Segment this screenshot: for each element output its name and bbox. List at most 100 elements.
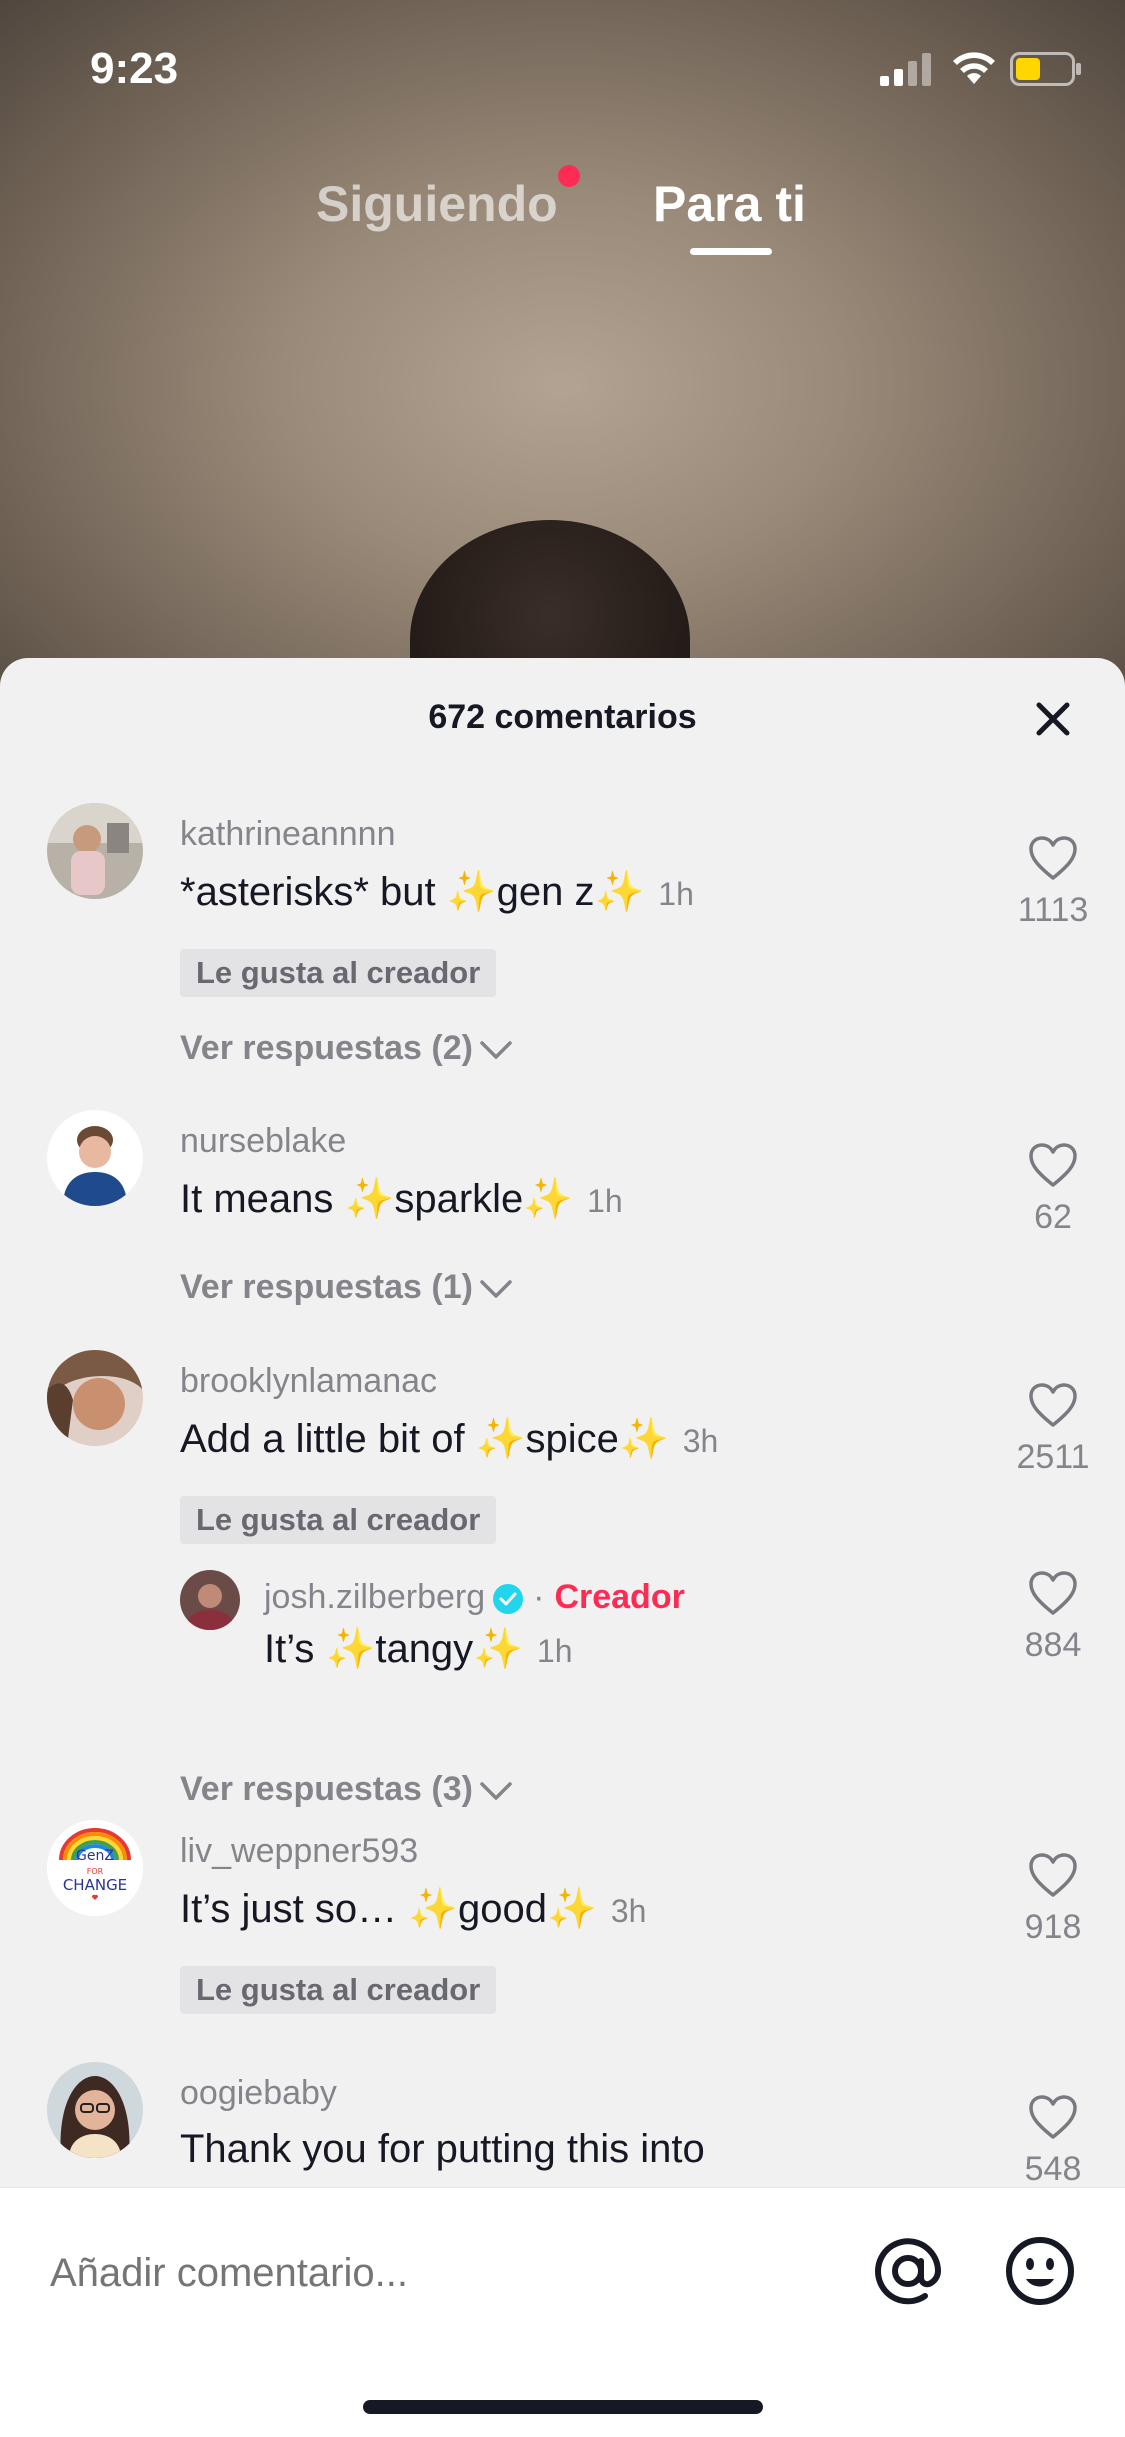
emoji-icon[interactable] (1002, 2233, 1078, 2309)
like-count: 884 (1024, 1626, 1082, 1664)
view-replies-label: Ver respuestas (1) (180, 1268, 473, 1306)
heart-icon (1029, 1383, 1077, 1427)
like-count: 62 (1034, 1198, 1072, 1236)
view-replies-button[interactable]: Ver respuestas (2) (180, 1029, 513, 1068)
comment-text: Add a little bit of ✨spice✨ 3h (180, 1415, 718, 1462)
comment-username[interactable]: liv_weppner593 (180, 1832, 418, 1871)
avatar[interactable] (180, 1570, 240, 1630)
like-count: 548 (1024, 2150, 1082, 2188)
avatar[interactable] (47, 803, 143, 899)
avatar-text: CHANGE (63, 1876, 127, 1894)
comment-text-part: It’s (264, 1627, 326, 1671)
sparkles-icon: ✨ (473, 1627, 523, 1671)
heart-icon (1029, 1853, 1077, 1897)
creator-reply: josh.zilberberg · Creador It’s ✨tangy✨ 1h 8… (0, 1570, 1125, 1710)
chevron-down-icon (480, 1041, 512, 1059)
cellular-signal-icon (880, 53, 931, 86)
like-count: 1113 (1017, 891, 1089, 929)
sparkles-icon: ✨ (547, 1887, 597, 1931)
like-button[interactable]: 2511 (1010, 1382, 1096, 1477)
comment-text: *asterisks* but ✨gen z✨ 1h (180, 868, 694, 915)
avatar[interactable] (47, 1110, 143, 1206)
chevron-down-icon (480, 1280, 512, 1298)
comment-text: Thank you for putting this into (180, 2127, 705, 2172)
comment-text-part: good (458, 1887, 548, 1931)
sparkles-icon: ✨ (344, 1177, 395, 1221)
creator-liked-badge: Le gusta al creador (180, 1966, 497, 2014)
close-icon[interactable] (1030, 696, 1076, 742)
comment-username[interactable]: brooklynlamanac (180, 1362, 437, 1401)
like-count: 2511 (1016, 1438, 1090, 1476)
like-button[interactable]: 1113 (1010, 835, 1096, 930)
separator-dot: · (533, 1578, 545, 1616)
comment-username[interactable]: kathrineannnn (180, 815, 396, 854)
like-button[interactable]: 884 (1010, 1570, 1096, 1665)
comment-text-part: It means (180, 1177, 345, 1221)
like-button[interactable]: 548 (1010, 2094, 1096, 2189)
comment-text-part: sparkle (394, 1177, 524, 1221)
heart-icon (1029, 836, 1077, 880)
avatar[interactable]: GenZ FOR CHANGE (47, 1820, 143, 1916)
view-replies-label: Ver respuestas (3) (180, 1770, 473, 1808)
like-button[interactable]: 918 (1010, 1852, 1096, 1947)
comment-text-part: tangy (375, 1627, 474, 1671)
reply-text: It’s ✨tangy✨ 1h (264, 1625, 573, 1672)
comment-text: It means ✨sparkle✨ 1h (180, 1175, 623, 1222)
avatar-text: FOR (87, 1867, 104, 1876)
comments-count-title: 672 comentarios (428, 698, 697, 736)
heart-icon (1029, 1571, 1077, 1615)
sparkles-icon: ✨ (618, 1417, 669, 1461)
sparkles-icon: ✨ (475, 1417, 526, 1461)
sparkles-icon: ✨ (594, 870, 645, 914)
reply-username[interactable]: josh.zilberberg · Creador (264, 1578, 685, 1617)
heart-icon (1029, 2095, 1077, 2139)
comment-input[interactable] (50, 2233, 830, 2313)
at-icon[interactable] (870, 2233, 946, 2309)
tab-for-you[interactable]: Para ti (653, 175, 806, 233)
sparkles-icon: ✨ (446, 870, 497, 914)
avatar-text: GenZ (76, 1848, 114, 1864)
comment-text-part: gen z (496, 870, 595, 914)
view-replies-button[interactable]: Ver respuestas (3) (180, 1770, 513, 1809)
comment-text-part: It’s just so… (180, 1887, 409, 1931)
notification-dot (558, 165, 580, 187)
comment-username[interactable]: nurseblake (180, 1122, 346, 1161)
comment-username[interactable]: oogiebaby (180, 2074, 337, 2113)
comment-timestamp: 3h (610, 1893, 647, 1929)
creator-liked-badge: Le gusta al creador (180, 1496, 497, 1544)
comment-timestamp: 1h (658, 876, 694, 912)
comment-timestamp: 1h (537, 1633, 573, 1669)
comment-text-part: Add a little bit of (180, 1417, 476, 1461)
battery-icon (1010, 52, 1081, 86)
wifi-icon (953, 52, 995, 84)
view-replies-button[interactable]: Ver respuestas (1) (180, 1268, 513, 1307)
creator-liked-badge: Le gusta al creador (180, 949, 497, 997)
sparkles-icon: ✨ (408, 1887, 459, 1931)
heart-icon (1029, 1143, 1077, 1187)
comments-sheet: 672 comentarios kathrineannnn *asterisks… (0, 658, 1125, 2436)
sparkles-icon: ✨ (523, 1177, 574, 1221)
comment-timestamp: 1h (587, 1183, 623, 1219)
avatar[interactable] (47, 2062, 143, 2158)
comment-text-part: Thank you for putting this into (180, 2127, 705, 2171)
active-tab-indicator (690, 248, 772, 255)
verified-badge-icon (493, 1584, 524, 1615)
comment-text-part: *asterisks* but (180, 870, 447, 914)
sparkles-icon: ✨ (325, 1627, 376, 1671)
creator-label: Creador (554, 1578, 685, 1616)
tab-following[interactable]: Siguiendo (316, 175, 558, 233)
home-indicator (363, 2400, 763, 2414)
like-button[interactable]: 62 (1010, 1142, 1096, 1237)
comment-text: It’s just so… ✨good✨ 3h (180, 1885, 646, 1932)
avatar[interactable] (47, 1350, 143, 1446)
reply-username-label: josh.zilberberg (264, 1578, 486, 1616)
view-replies-label: Ver respuestas (2) (180, 1029, 473, 1067)
chevron-down-icon (480, 1782, 512, 1800)
feed-tabs: Siguiendo Para ti (0, 165, 1125, 265)
status-bar: 9:23 (0, 0, 1125, 130)
status-time: 9:23 (90, 44, 179, 93)
comment-timestamp: 3h (682, 1423, 719, 1459)
comments-header: 672 comentarios (0, 658, 1125, 778)
comment-text-part: spice (525, 1417, 619, 1461)
like-count: 918 (1024, 1908, 1082, 1946)
